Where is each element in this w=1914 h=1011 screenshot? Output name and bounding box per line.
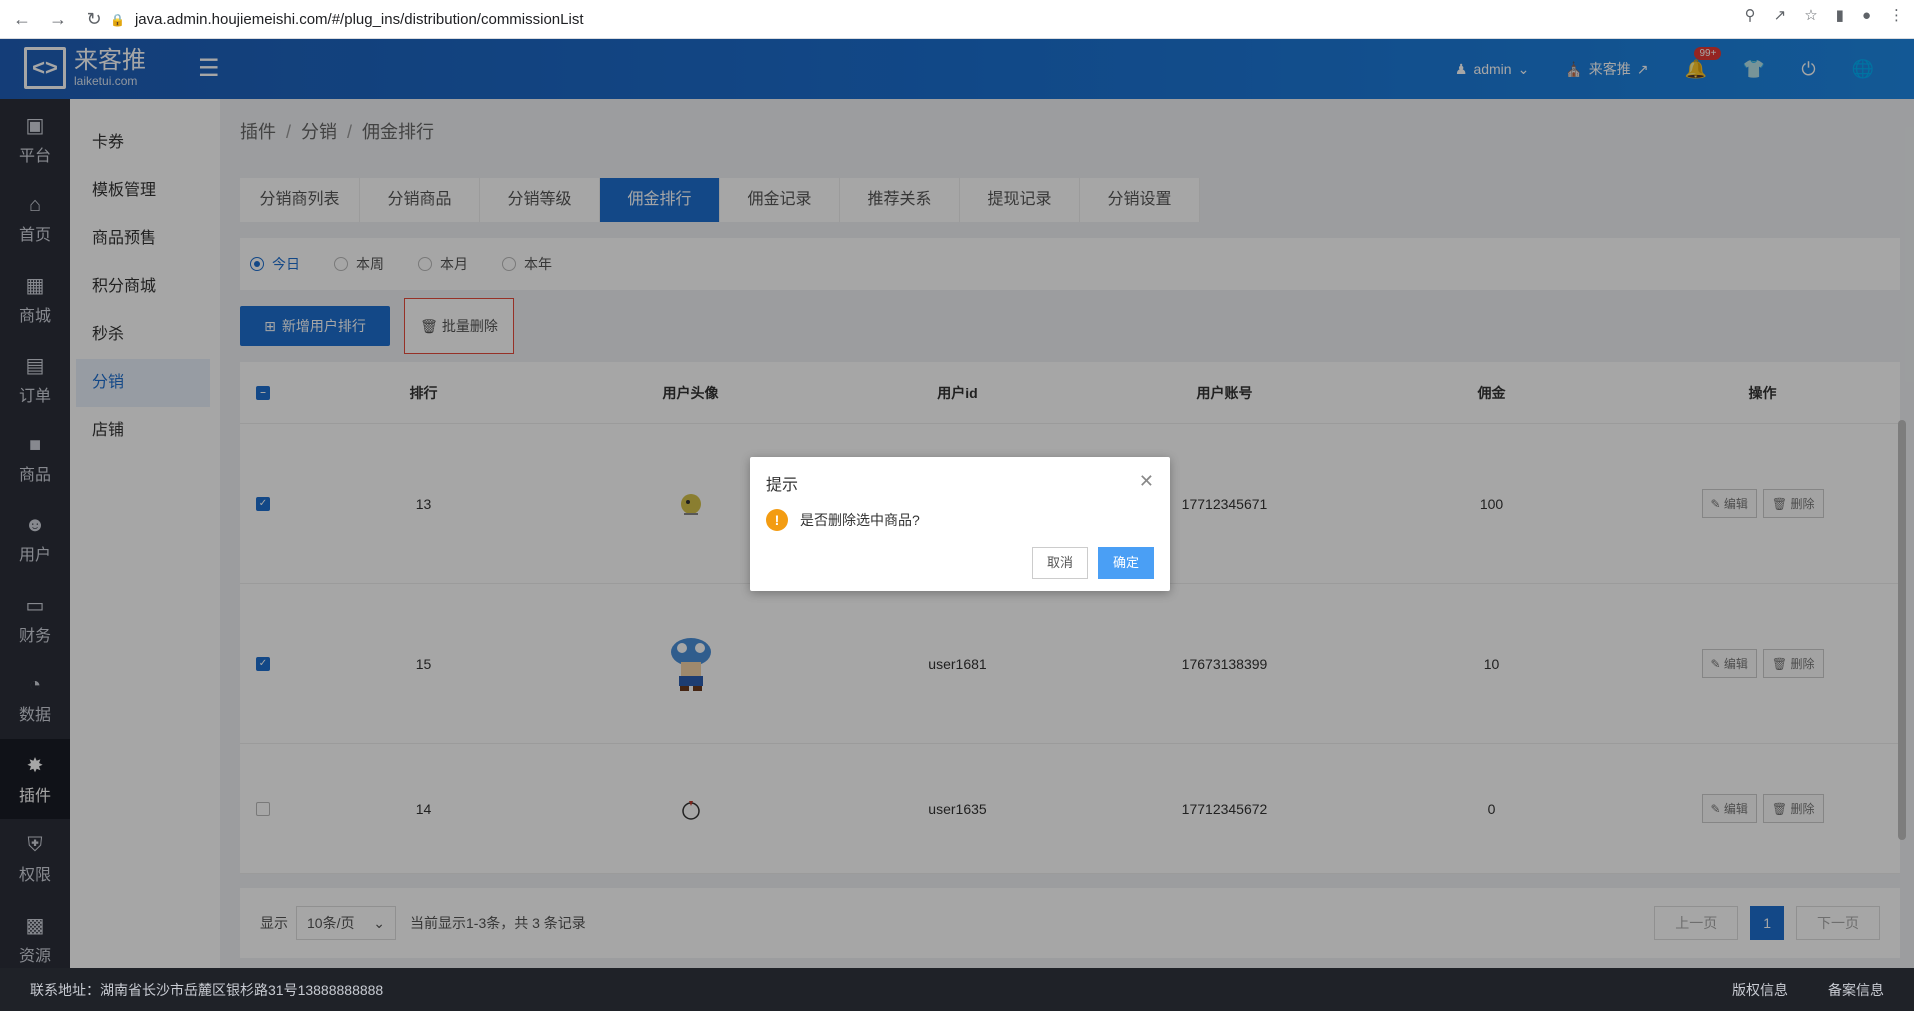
footer-address: 联系地址：湖南省长沙市岳麓区银杉路31号13888888888 [30,981,384,998]
key-icon[interactable]: ⚲ [1745,6,1756,24]
confirm-dialog: 提示 ✕ ! 是否删除选中商品? 取消 确定 [750,457,1170,591]
address-bar[interactable]: 🔒 java.admin.houjiemeishi.com/#/plug_ins… [110,6,1710,33]
close-icon[interactable]: ✕ [1139,471,1154,492]
copyright-link[interactable]: 版权信息 [1732,980,1788,1000]
url-text: java.admin.houjiemeishi.com/#/plug_ins/d… [134,11,584,28]
lock-icon: 🔒 [110,12,125,27]
icp-link[interactable]: 备案信息 [1828,980,1884,1000]
back-icon[interactable]: ← [8,5,36,33]
sidepanel-icon[interactable]: ▮ [1836,6,1844,24]
share-icon[interactable]: ↗ [1774,6,1787,24]
dialog-message: 是否删除选中商品? [800,512,920,528]
reload-icon[interactable]: ↻ [80,5,108,33]
star-icon[interactable]: ☆ [1804,6,1817,24]
warning-icon: ! [766,509,788,531]
dialog-title: 提示 [766,477,799,494]
cancel-button[interactable]: 取消 [1031,547,1088,579]
confirm-button[interactable]: 确定 [1097,547,1154,579]
menu-icon[interactable]: ⋮ [1889,6,1904,24]
forward-icon[interactable]: → [44,5,72,33]
profile-icon[interactable]: ● [1862,7,1871,24]
browser-toolbar: ← → ↻ 🔒 java.admin.houjiemeishi.com/#/pl… [0,0,1914,39]
footer: 联系地址：湖南省长沙市岳麓区银杉路31号13888888888 版权信息 备案信… [0,968,1914,1011]
